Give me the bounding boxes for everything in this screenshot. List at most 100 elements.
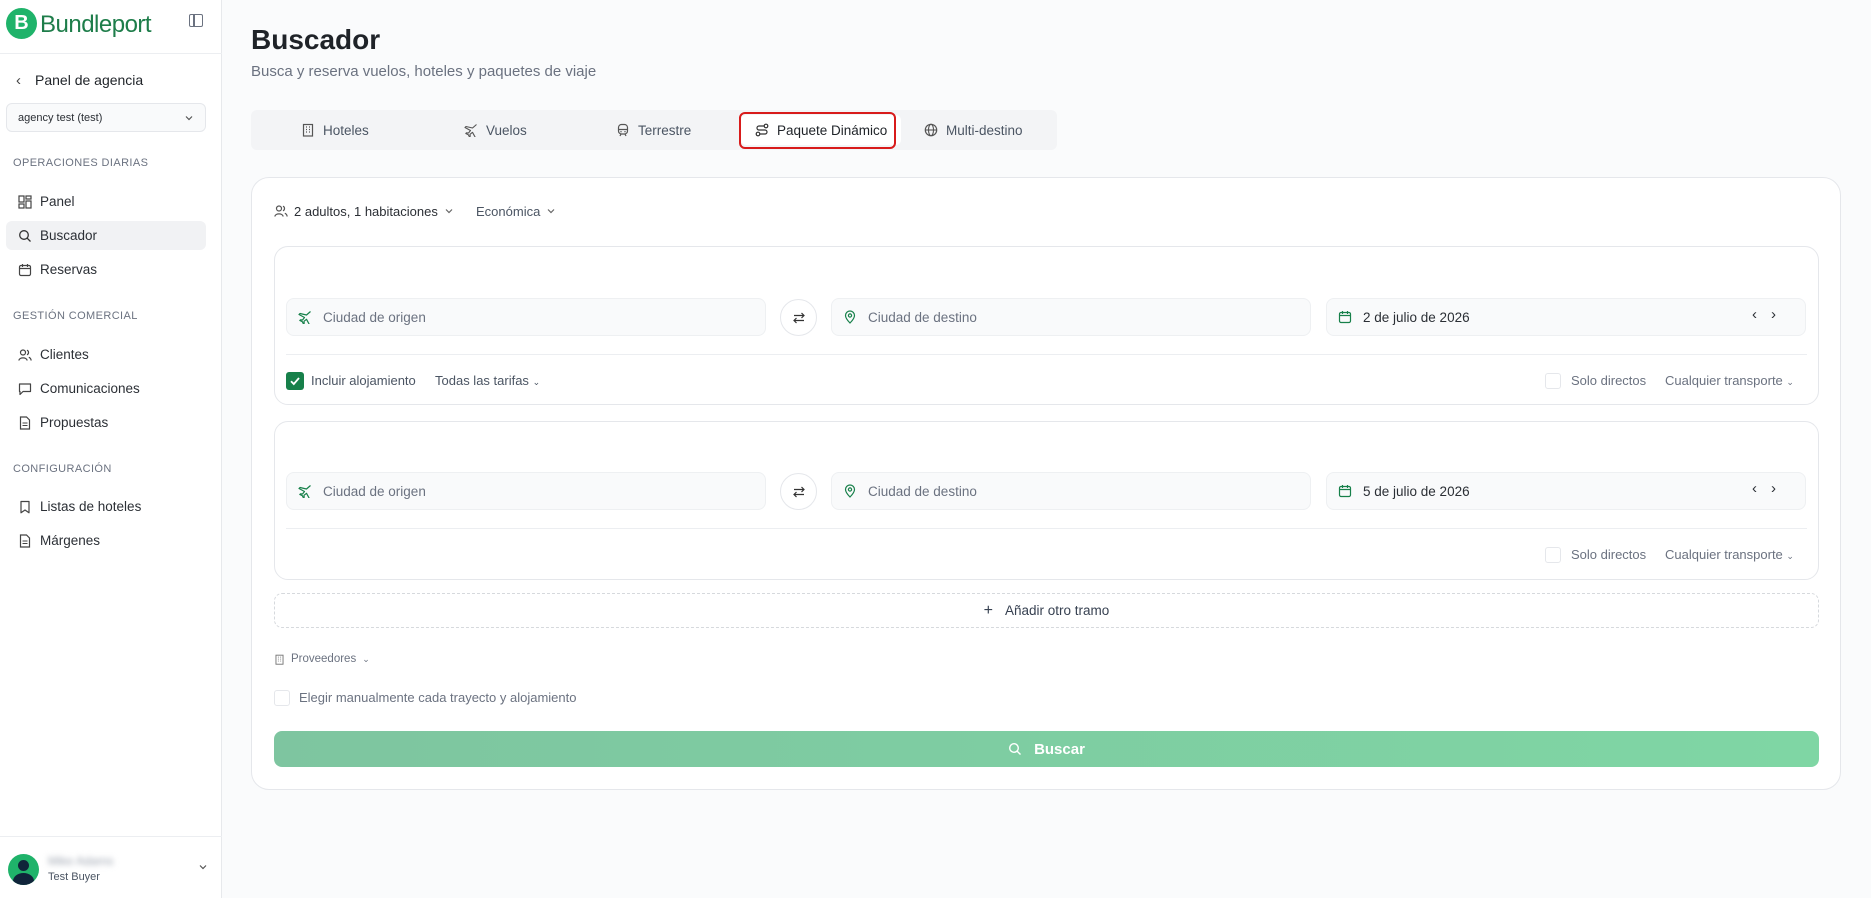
date-picker[interactable]: 2 de julio de 2026: [1326, 298, 1806, 336]
tab-label: Multi-destino: [946, 122, 1023, 138]
direct-only-label[interactable]: Solo directos: [1571, 373, 1646, 388]
page-subtitle: Busca y reserva vuelos, hoteles y paquet…: [251, 63, 597, 80]
users-icon: [18, 348, 32, 361]
sidebar-item-label: Comunicaciones: [40, 381, 140, 396]
destination-input[interactable]: Ciudad de destino: [831, 472, 1311, 510]
chevron-left-icon[interactable]: ‹: [1752, 480, 1757, 497]
search-icon: [1009, 742, 1022, 755]
direct-only-checkbox[interactable]: [1545, 373, 1561, 389]
date-value: 5 de julio de 2026: [1363, 483, 1470, 499]
sidebar-item-listas-hoteles[interactable]: Listas de hoteles: [6, 492, 206, 521]
tab-label: Vuelos: [486, 122, 527, 138]
sidebar-item-reservas[interactable]: Reservas: [6, 255, 206, 284]
calendar-icon: [18, 263, 32, 276]
sidebar-item-label: Listas de hoteles: [40, 499, 142, 514]
check-icon: [290, 377, 300, 386]
sidebar-toggle-icon[interactable]: [189, 14, 203, 27]
search-button[interactable]: Buscar: [274, 731, 1819, 767]
sidebar-item-label: Clientes: [40, 347, 89, 362]
providers-label: Proveedores: [291, 653, 357, 665]
cabin-select[interactable]: Económica: [476, 203, 556, 219]
sidebar-item-propuestas[interactable]: Propuestas: [6, 408, 206, 437]
chevron-down-icon: [199, 865, 207, 870]
plane-icon: [464, 124, 477, 137]
chevron-left-icon[interactable]: ‹: [1752, 306, 1757, 323]
sidebar-item-comunicaciones[interactable]: Comunicaciones: [6, 374, 206, 403]
sidebar-item-margenes[interactable]: Márgenes: [6, 526, 206, 555]
calendar-icon: [1338, 485, 1352, 498]
direct-only-checkbox[interactable]: [1545, 547, 1561, 563]
chevron-down-icon: [185, 115, 193, 120]
add-leg-button[interactable]: + Añadir otro tramo: [274, 593, 1819, 628]
active-tab-highlight: [739, 112, 896, 149]
manual-choice-label[interactable]: Elegir manualmente cada trayecto y aloja…: [299, 690, 576, 705]
avatar: [8, 854, 39, 885]
destination-input[interactable]: Ciudad de destino: [831, 298, 1311, 336]
document-icon: [19, 415, 31, 430]
date-nav: ‹ ›: [1752, 480, 1776, 497]
transport-select[interactable]: Cualquier transporte ⌄: [1665, 373, 1794, 388]
sidebar-item-label: Reservas: [40, 262, 98, 277]
date-value: 2 de julio de 2026: [1363, 309, 1470, 325]
chevron-down-icon: [445, 209, 453, 214]
tab-multi-destino[interactable]: Multi-destino: [924, 115, 1023, 145]
bus-icon: [617, 123, 629, 137]
leg-divider: [286, 528, 1807, 529]
globe-icon: [924, 123, 938, 137]
sidebar-item-buscador[interactable]: Buscador: [6, 221, 206, 250]
leg-divider: [286, 354, 1807, 355]
include-lodging-checkbox[interactable]: [286, 372, 304, 390]
origin-placeholder: Ciudad de origen: [323, 483, 426, 499]
fares-select[interactable]: Todas las tarifas ⌄: [435, 373, 540, 388]
map-pin-icon: [844, 310, 856, 324]
plane-takeoff-icon: [298, 485, 311, 498]
swap-cities-button[interactable]: [780, 473, 817, 510]
date-picker[interactable]: 5 de julio de 2026: [1326, 472, 1806, 510]
transport-select[interactable]: Cualquier transporte ⌄: [1665, 547, 1794, 562]
sidebar-divider: [0, 836, 222, 837]
cabin-value: Económica: [476, 203, 541, 219]
add-leg-label: Añadir otro tramo: [1005, 603, 1110, 618]
section-title-daily: OPERACIONES DIARIAS: [13, 157, 149, 169]
fares-value: Todas las tarifas: [435, 373, 529, 388]
include-lodging-label[interactable]: Incluir alojamiento: [311, 373, 416, 388]
chevron-left-icon: ‹: [16, 71, 21, 89]
calendar-icon: [1338, 311, 1352, 324]
tab-label: Terrestre: [638, 122, 692, 138]
message-icon: [18, 382, 32, 395]
brand-logo[interactable]: B Bundleport: [6, 6, 216, 42]
tab-hoteles[interactable]: Hoteles: [301, 115, 369, 145]
chevron-right-icon[interactable]: ›: [1771, 480, 1776, 497]
user-menu[interactable]: Mike Adams Test Buyer: [8, 852, 208, 888]
page-title: Buscador: [251, 24, 381, 55]
agency-select[interactable]: agency test (test): [6, 103, 206, 132]
chevron-down-icon: ⌄: [362, 653, 370, 664]
search-type-tabs: Hoteles Vuelos Terrestre Paquete Dinámic…: [251, 110, 1057, 150]
swap-icon: [792, 312, 805, 323]
sidebar-divider: [0, 53, 222, 54]
sidebar-item-label: Propuestas: [40, 415, 109, 430]
building-icon: [275, 654, 284, 665]
building-icon: [302, 123, 314, 137]
search-button-label: Buscar: [1034, 740, 1085, 758]
sidebar-item-panel[interactable]: Panel: [6, 187, 206, 216]
tab-terrestre[interactable]: Terrestre: [616, 115, 691, 145]
transport-value: Cualquier transporte: [1665, 373, 1783, 388]
direct-only-label[interactable]: Solo directos: [1571, 547, 1646, 562]
sidebar-item-clientes[interactable]: Clientes: [6, 340, 206, 369]
back-label: Panel de agencia: [35, 72, 144, 88]
back-to-agency-panel[interactable]: ‹ Panel de agencia: [16, 70, 143, 90]
tab-label: Hoteles: [323, 122, 369, 138]
bookmark-icon: [20, 500, 30, 513]
manual-choice-checkbox[interactable]: [274, 690, 290, 706]
origin-input[interactable]: Ciudad de origen: [286, 298, 766, 336]
search-icon: [19, 229, 31, 242]
user-name: Mike Adams: [48, 854, 114, 868]
chevron-right-icon[interactable]: ›: [1771, 306, 1776, 323]
tab-vuelos[interactable]: Vuelos: [464, 115, 527, 145]
passengers-select[interactable]: 2 adultos, 1 habitaciones: [274, 203, 454, 219]
swap-cities-button[interactable]: [780, 299, 817, 336]
providers-select[interactable]: Proveedores ⌄: [274, 651, 370, 667]
plane-takeoff-icon: [298, 311, 311, 324]
origin-input[interactable]: Ciudad de origen: [286, 472, 766, 510]
